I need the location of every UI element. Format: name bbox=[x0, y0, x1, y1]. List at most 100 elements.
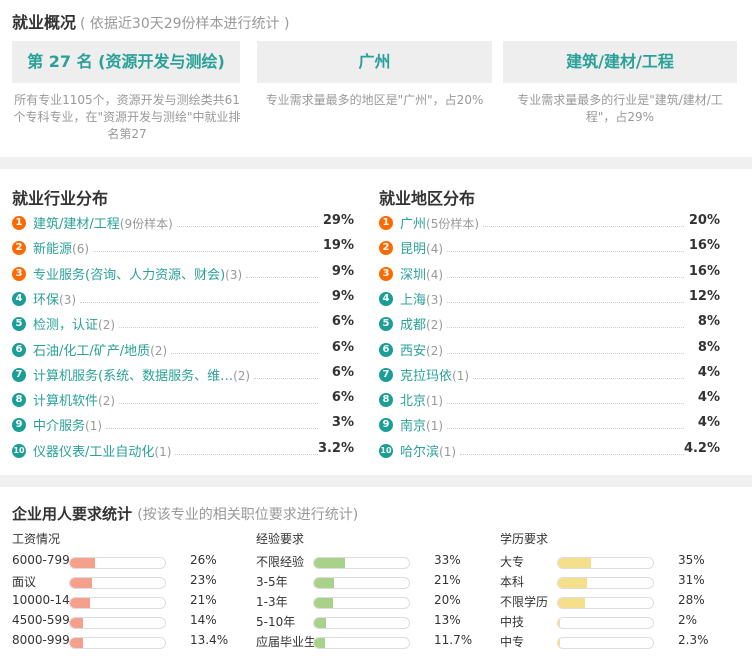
region-item-name[interactable]: 南京 bbox=[400, 419, 426, 434]
industry-item-label[interactable]: 计算机服务(系统、数据服务、维…(2) bbox=[33, 365, 250, 384]
region-item-label[interactable]: 北京(1) bbox=[400, 390, 443, 409]
industry-item-label[interactable]: 建筑/建材/工程(9份样本) bbox=[33, 213, 173, 232]
dotted-leader bbox=[119, 327, 318, 329]
requirement-bar-fill bbox=[314, 558, 346, 568]
industry-row[interactable]: 6 石油/化工/矿产/地质(2) 6% bbox=[12, 340, 354, 360]
region-item-label[interactable]: 昆明(4) bbox=[400, 238, 443, 257]
region-item-name[interactable]: 深圳 bbox=[400, 268, 426, 283]
region-item-name[interactable]: 成都 bbox=[400, 318, 426, 333]
region-item-label[interactable]: 西安(2) bbox=[400, 340, 443, 359]
industry-row[interactable]: 1 建筑/建材/工程(9份样本) 29% bbox=[12, 213, 354, 233]
industry-item-name[interactable]: 石油/化工/矿产/地质 bbox=[33, 344, 150, 359]
industry-item-label[interactable]: 仪器仪表/工业自动化(1) bbox=[33, 441, 171, 460]
industry-item-name[interactable]: 检测，认证 bbox=[33, 318, 98, 333]
dotted-leader bbox=[80, 301, 318, 303]
industry-item-label[interactable]: 中介服务(1) bbox=[33, 415, 102, 434]
industry-item-label[interactable]: 石油/化工/矿产/地质(2) bbox=[33, 340, 167, 359]
region-row[interactable]: 3 深圳(4) 16% bbox=[379, 264, 720, 284]
requirement-column-title: 经验要求 bbox=[256, 532, 305, 546]
industry-item-label[interactable]: 环保(3) bbox=[33, 289, 76, 308]
rank-badge: 7 bbox=[12, 367, 26, 382]
region-item-name[interactable]: 西安 bbox=[400, 344, 426, 359]
region-item-name[interactable]: 北京 bbox=[400, 394, 426, 409]
requirement-bar-fill bbox=[558, 638, 561, 648]
region-item-label[interactable]: 广州(5份样本) bbox=[400, 213, 479, 232]
region-item-name[interactable]: 昆明 bbox=[400, 242, 426, 257]
requirement-bar-fill bbox=[314, 578, 334, 588]
dotted-leader bbox=[447, 301, 684, 303]
industry-item-name[interactable]: 仪器仪表/工业自动化 bbox=[33, 445, 154, 460]
region-row[interactable]: 7 克拉玛依(1) 4% bbox=[379, 365, 720, 385]
industry-item-name[interactable]: 专业服务(咨询、人力资源、财会) bbox=[33, 268, 225, 283]
region-item-label[interactable]: 哈尔滨(1) bbox=[400, 441, 456, 460]
industry-item-name[interactable]: 建筑/建材/工程 bbox=[33, 217, 120, 232]
rank-badge: 8 bbox=[379, 393, 393, 408]
industry-item-percent: 6% bbox=[331, 314, 354, 330]
requirement-label: 6000-7999 bbox=[12, 553, 70, 567]
requirement-row: 中技 2% bbox=[500, 613, 720, 631]
region-row[interactable]: 4 上海(3) 12% bbox=[379, 289, 720, 309]
industry-item-count: (3) bbox=[225, 267, 243, 282]
region-item-name[interactable]: 哈尔滨 bbox=[400, 445, 439, 460]
region-item-name[interactable]: 克拉玛依 bbox=[400, 369, 452, 384]
region-row[interactable]: 1 广州(5份样本) 20% bbox=[379, 213, 720, 233]
industry-item-percent: 9% bbox=[331, 263, 354, 279]
rank-card-desc: 所有专业1105个，资源开发与测绘类共61个专科专业，在"资源开发与测绘"中就业… bbox=[13, 93, 241, 141]
region-row[interactable]: 6 西安(2) 8% bbox=[379, 340, 720, 360]
region-row[interactable]: 5 成都(2) 8% bbox=[379, 314, 720, 334]
region-item-label[interactable]: 上海(3) bbox=[400, 289, 443, 308]
requirement-row: 4500-5999 14% bbox=[12, 613, 232, 631]
dotted-leader bbox=[473, 377, 684, 379]
region-item-count: (2) bbox=[426, 318, 444, 333]
rank-badge: 3 bbox=[379, 266, 393, 281]
region-row[interactable]: 2 昆明(4) 16% bbox=[379, 238, 720, 258]
requirement-column-title: 学历要求 bbox=[500, 532, 549, 546]
section-divider bbox=[0, 157, 752, 169]
region-item-label[interactable]: 南京(1) bbox=[400, 415, 443, 434]
industry-item-name[interactable]: 环保 bbox=[33, 293, 59, 308]
region-row[interactable]: 8 北京(1) 4% bbox=[379, 390, 720, 410]
industry-row[interactable]: 7 计算机服务(系统、数据服务、维…(2) 6% bbox=[12, 365, 354, 385]
industry-item-name[interactable]: 计算机软件 bbox=[33, 394, 98, 409]
region-title: 就业地区分布 bbox=[379, 189, 476, 208]
rank-badge: 4 bbox=[379, 291, 393, 306]
region-item-label[interactable]: 深圳(4) bbox=[400, 264, 443, 283]
requirement-percent: 13% bbox=[434, 613, 461, 627]
industry-item-label[interactable]: 计算机软件(2) bbox=[33, 390, 115, 409]
requirement-row: 10000-149 21% bbox=[12, 593, 232, 611]
industry-item-name[interactable]: 中介服务 bbox=[33, 419, 85, 434]
region-item-label[interactable]: 成都(2) bbox=[400, 314, 443, 333]
industry-row[interactable]: 8 计算机软件(2) 6% bbox=[12, 390, 354, 410]
industry-item-label[interactable]: 专业服务(咨询、人力资源、财会)(3) bbox=[33, 264, 242, 283]
industry-item-percent: 6% bbox=[331, 339, 354, 355]
industry-row[interactable]: 2 新能源(6) 19% bbox=[12, 238, 354, 258]
industry-row[interactable]: 10 仪器仪表/工业自动化(1) 3.2% bbox=[12, 441, 354, 461]
rank-badge: 7 bbox=[379, 367, 393, 382]
region-item-count: (4) bbox=[426, 267, 444, 282]
industry-item-name[interactable]: 新能源 bbox=[33, 242, 72, 257]
region-row[interactable]: 9 南京(1) 4% bbox=[379, 415, 720, 435]
overview-title-text: 就业概况 bbox=[12, 13, 77, 32]
industry-row[interactable]: 9 中介服务(1) 3% bbox=[12, 415, 354, 435]
region-item-name[interactable]: 上海 bbox=[400, 293, 426, 308]
region-item-percent: 12% bbox=[688, 288, 720, 304]
industry-row[interactable]: 3 专业服务(咨询、人力资源、财会)(3) 9% bbox=[12, 264, 354, 284]
region-row[interactable]: 10 哈尔滨(1) 4.2% bbox=[379, 441, 720, 461]
requirement-bar bbox=[557, 557, 654, 569]
industry-row[interactable]: 5 检测，认证(2) 6% bbox=[12, 314, 354, 334]
region-item-label[interactable]: 克拉玛依(1) bbox=[400, 365, 469, 384]
region-item-name[interactable]: 广州 bbox=[400, 217, 426, 232]
requirement-bar-fill bbox=[558, 618, 560, 628]
rank-badge: 10 bbox=[12, 443, 26, 458]
requirement-label: 3-5年 bbox=[256, 575, 288, 589]
dotted-leader bbox=[106, 428, 318, 430]
requirement-bar-fill bbox=[70, 578, 92, 588]
requirement-percent: 2% bbox=[678, 613, 698, 627]
requirement-percent: 26% bbox=[190, 553, 217, 567]
industry-row[interactable]: 4 环保(3) 9% bbox=[12, 289, 354, 309]
industry-item-name[interactable]: 计算机服务(系统、数据服务、维… bbox=[33, 369, 233, 384]
industry-item-label[interactable]: 检测，认证(2) bbox=[33, 314, 115, 333]
industry-item-label[interactable]: 新能源(6) bbox=[33, 238, 89, 257]
industry-item-percent: 19% bbox=[322, 238, 354, 254]
requirement-row: 6000-7999 26% bbox=[12, 553, 232, 571]
